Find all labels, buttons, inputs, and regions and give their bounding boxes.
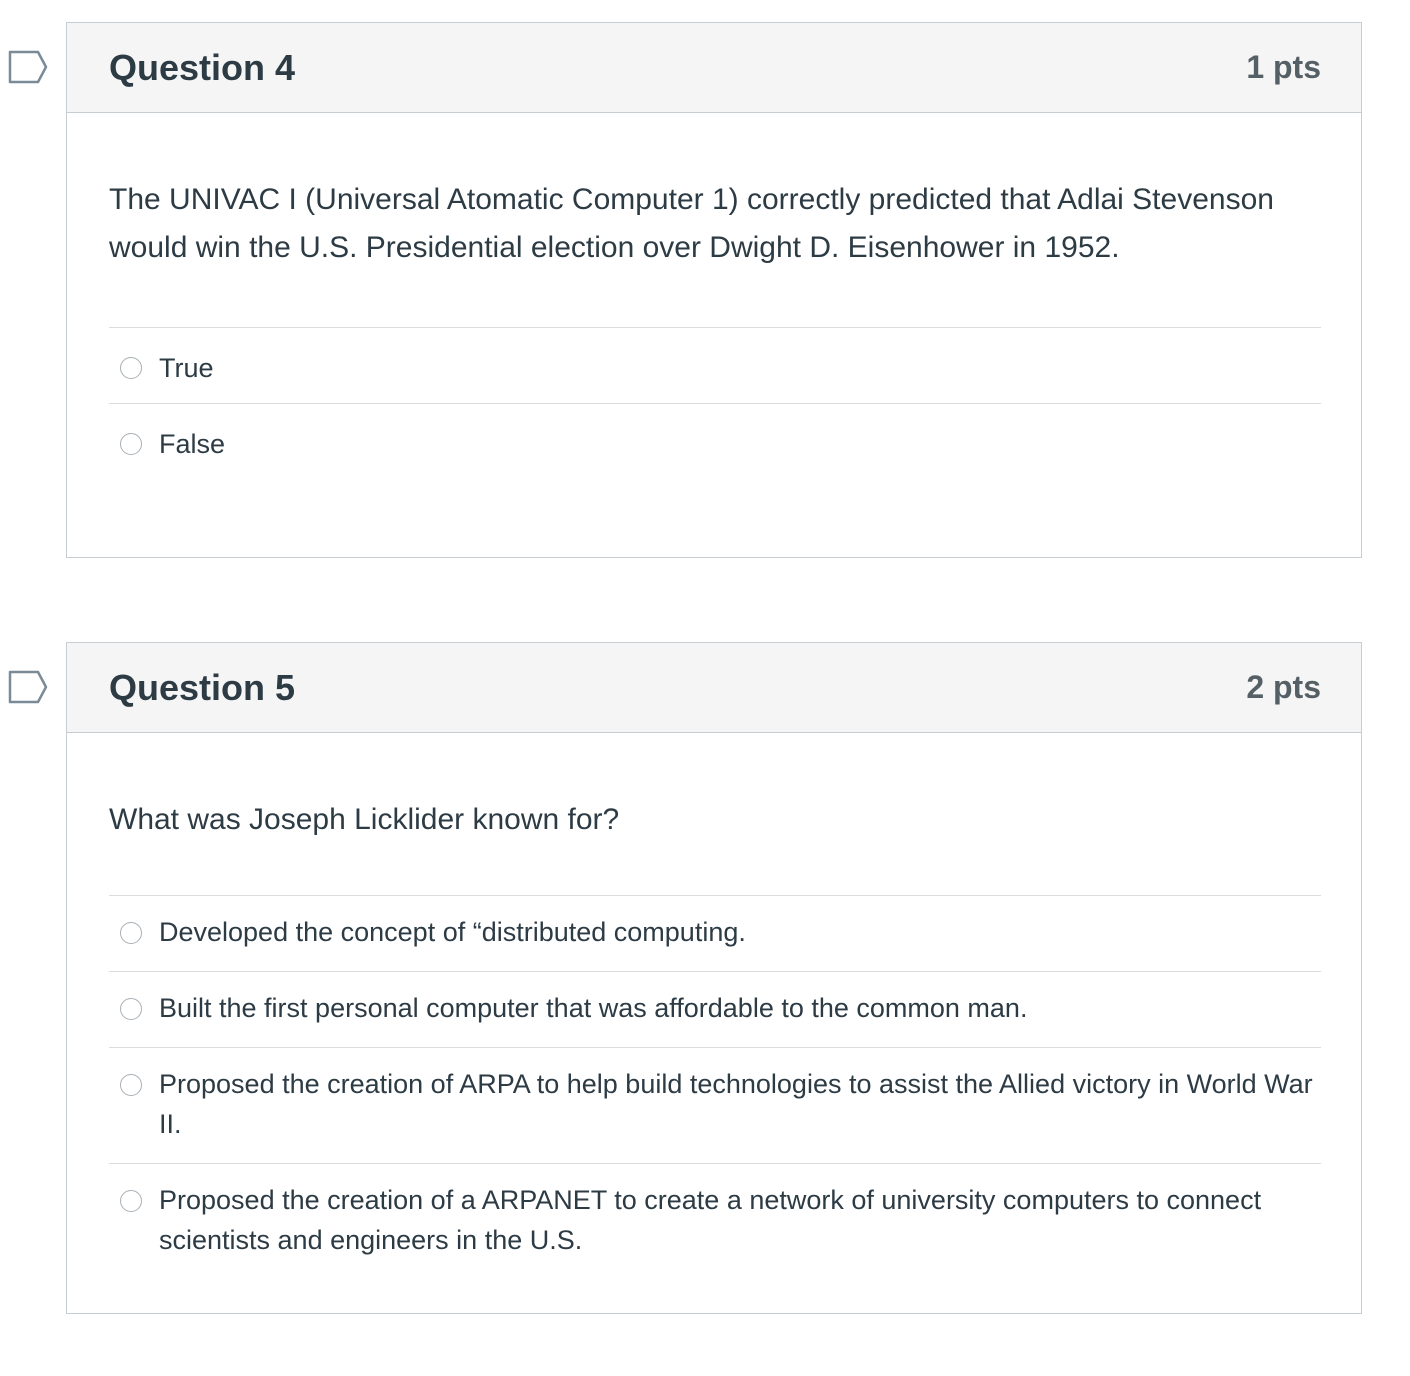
answer-option[interactable]: Proposed the creation of ARPA to help bu… — [109, 1048, 1321, 1164]
question-body: The UNIVAC I (Universal Atomatic Compute… — [67, 113, 1361, 480]
question-points: 1 pts — [1246, 49, 1321, 85]
answer-label: Developed the concept of “distributed co… — [159, 917, 746, 947]
answer-option[interactable]: False — [109, 404, 1321, 480]
answer-label: Proposed the creation of ARPA to help bu… — [159, 1069, 1313, 1139]
answer-option[interactable]: True — [109, 328, 1321, 404]
answer-option[interactable]: Built the first personal computer that w… — [109, 972, 1321, 1048]
question-body: What was Joseph Licklider known for? Dev… — [67, 733, 1361, 1280]
answer-label: Proposed the creation of a ARPANET to cr… — [159, 1185, 1262, 1255]
answer-option[interactable]: Developed the concept of “distributed co… — [109, 896, 1321, 972]
question-points: 2 pts — [1246, 669, 1321, 705]
question-text: The UNIVAC I (Universal Atomatic Compute… — [109, 183, 1274, 264]
question-title: Question 4 — [109, 46, 296, 88]
question-card: Question 4 1 pts The UNIVAC I (Universal… — [66, 22, 1362, 558]
answer-label: False — [159, 429, 226, 459]
question-text: What was Joseph Licklider known for? — [109, 803, 620, 836]
question-header: Question 5 2 pts — [67, 643, 1361, 733]
answer-list: Developed the concept of “distributed co… — [109, 895, 1321, 1280]
question-card: Question 5 2 pts What was Joseph Licklid… — [66, 642, 1362, 1314]
radio-button[interactable] — [120, 1190, 142, 1212]
radio-button[interactable] — [120, 998, 142, 1020]
question-title: Question 5 — [109, 666, 296, 708]
answer-label: True — [159, 353, 214, 383]
radio-button[interactable] — [120, 433, 142, 455]
radio-button[interactable] — [120, 357, 142, 379]
flag-question-icon[interactable] — [8, 50, 48, 84]
flag-question-icon[interactable] — [8, 670, 48, 704]
question-header: Question 4 1 pts — [67, 23, 1361, 113]
answer-list: True False — [109, 327, 1321, 480]
answer-label: Built the first personal computer that w… — [159, 993, 1028, 1023]
answer-option[interactable]: Proposed the creation of a ARPANET to cr… — [109, 1164, 1321, 1280]
radio-button[interactable] — [120, 922, 142, 944]
radio-button[interactable] — [120, 1074, 142, 1096]
